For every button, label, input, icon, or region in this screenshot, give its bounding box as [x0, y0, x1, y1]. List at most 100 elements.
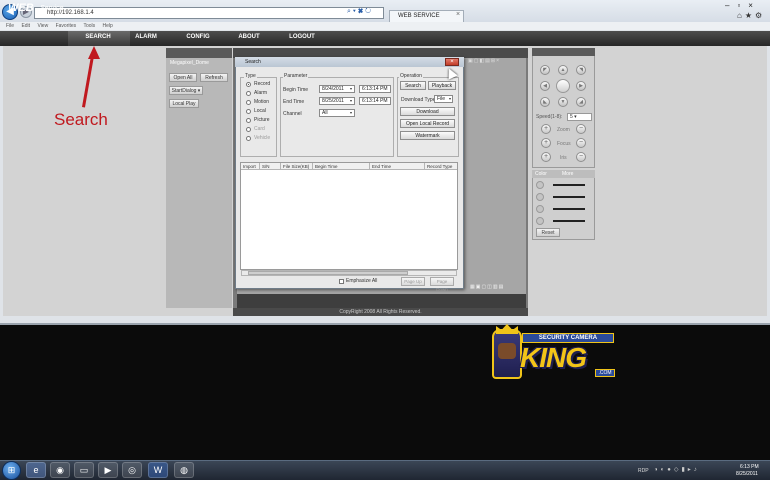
nav-logout[interactable]: LOGOUT: [272, 34, 332, 40]
focus-plus-icon[interactable]: +: [541, 138, 551, 148]
ptz-up-left-icon[interactable]: ◤: [540, 65, 550, 75]
ptz-up-right-icon[interactable]: ◥: [576, 65, 586, 75]
download-type-dropdown-icon[interactable]: ▾: [447, 96, 453, 102]
start-button-icon[interactable]: ⊞: [2, 461, 21, 480]
column-record-type[interactable]: Record Type: [426, 163, 457, 170]
refresh-button[interactable]: Refresh: [200, 73, 228, 82]
operation-group-label: Operation: [399, 73, 423, 79]
search-button[interactable]: Search: [400, 81, 426, 90]
type-group-label: Type: [244, 73, 257, 79]
contrast-slider[interactable]: [553, 196, 585, 198]
ptz-down-icon[interactable]: ▼: [558, 97, 568, 107]
dialog-title: Search: [235, 57, 464, 67]
tab-color[interactable]: Color: [535, 171, 547, 177]
column-end-time[interactable]: End Time: [371, 163, 425, 170]
end-date-value: 8/25/2011: [322, 98, 344, 104]
parameter-group-label: Parameter: [283, 73, 309, 79]
open-all-button[interactable]: Open All: [169, 73, 197, 82]
zoom-plus-icon[interactable]: +: [541, 124, 551, 134]
zoom-minus-icon[interactable]: −: [576, 124, 586, 134]
column-begin-time[interactable]: Begin Time: [314, 163, 370, 170]
begin-date-value: 8/24/2011: [322, 86, 344, 92]
media-player-icon[interactable]: ▶: [98, 462, 118, 478]
device-name[interactable]: Megapixel_Dome: [170, 60, 209, 66]
browser-menubar[interactable]: File Edit View Favorites Tools Help: [0, 22, 770, 30]
ptz-up-icon[interactable]: ▲: [558, 65, 568, 75]
video-top-icons[interactable]: ▣▢◧▤⊞×: [468, 58, 500, 64]
clock-time[interactable]: 6:13 PM: [740, 464, 759, 470]
saturation-icon: [536, 205, 544, 213]
scrollbar-thumb[interactable]: [248, 271, 408, 275]
start-dialog-label: StartDialog: [171, 88, 197, 94]
system-tray-icons[interactable]: ◑◐●◇▮▸♪: [654, 466, 700, 473]
watermark-button[interactable]: Watermark: [400, 131, 455, 140]
type-radio-local[interactable]: [246, 109, 251, 114]
ptz-right-icon[interactable]: ▶: [576, 81, 586, 91]
channel-dropdown-icon[interactable]: ▾: [348, 110, 354, 116]
chrome-icon[interactable]: ◉: [50, 462, 70, 478]
address-bar-icons[interactable]: ⌕▾✖↻: [347, 8, 373, 16]
open-local-record-button[interactable]: Open Local Record: [400, 119, 455, 128]
browser-tab[interactable]: WEB SERVICE: [389, 10, 464, 22]
logo-web: WEB: [8, 2, 34, 14]
type-radio-picture[interactable]: [246, 118, 251, 123]
iris-plus-icon[interactable]: +: [541, 152, 551, 162]
download-type-value: File: [437, 96, 446, 102]
playback-button[interactable]: Playback: [428, 81, 456, 90]
page-down-button[interactable]: Page Down: [430, 277, 454, 292]
begin-date-dropdown-icon[interactable]: ▾: [348, 86, 354, 92]
type-label-motion: Motion: [254, 99, 270, 105]
tray-rdp-label[interactable]: RDP: [638, 468, 649, 474]
emphasize-all-checkbox[interactable]: [339, 279, 344, 284]
column-file-size[interactable]: File Size(KB): [282, 163, 313, 170]
hue-slider[interactable]: [553, 220, 585, 222]
type-radio-record[interactable]: [246, 82, 251, 87]
ie-icon[interactable]: e: [26, 462, 46, 478]
column-import[interactable]: Import: [242, 163, 260, 170]
ptz-center-button[interactable]: [556, 79, 570, 93]
iris-minus-icon[interactable]: −: [576, 152, 586, 162]
folder-icon[interactable]: ▭: [74, 462, 94, 478]
nav-alarm[interactable]: ALARM: [116, 34, 176, 40]
focus-minus-icon[interactable]: −: [576, 138, 586, 148]
begin-time-field[interactable]: 6:13:14 PM: [359, 85, 391, 93]
ptz-down-left-icon[interactable]: ◣: [540, 97, 550, 107]
brand-suffix: .COM: [595, 369, 615, 377]
end-date-dropdown-icon[interactable]: ▾: [348, 98, 354, 104]
begin-time-label: Begin Time: [283, 87, 309, 93]
local-play-button[interactable]: Local Play: [169, 99, 199, 108]
type-label-alarm: Alarm: [254, 90, 268, 96]
saturation-slider[interactable]: [553, 208, 585, 210]
zoom-label: Zoom: [557, 127, 570, 133]
type-label-picture: Picture: [254, 117, 270, 123]
network-app-icon[interactable]: ◍: [174, 462, 194, 478]
start-dialog-select[interactable]: StartDialog ▾: [169, 86, 203, 95]
ptz-down-right-icon[interactable]: ◢: [576, 97, 586, 107]
tab-close-icon[interactable]: ×: [456, 11, 460, 18]
download-button[interactable]: Download: [400, 107, 455, 116]
speed-label: Speed(1-8):: [536, 114, 563, 120]
dialog-close-icon[interactable]: ×: [445, 58, 459, 66]
window-controls[interactable]: –▫×: [725, 1, 761, 10]
speed-select[interactable]: 5 ▾: [567, 113, 592, 121]
column-sn[interactable]: S/N: [261, 163, 281, 170]
end-time-field[interactable]: 6:13:14 PM: [359, 97, 391, 105]
page-up-button[interactable]: Page Up: [401, 277, 425, 286]
ptz-left-icon[interactable]: ◀: [540, 81, 550, 91]
type-radio-card: [246, 127, 251, 132]
word-icon[interactable]: W: [148, 462, 168, 478]
video-layout-icons[interactable]: ▦▣▢◫▥▤: [470, 284, 504, 290]
brightness-slider[interactable]: [553, 184, 585, 186]
address-bar[interactable]: http://192.168.1.4: [34, 7, 384, 19]
focus-label: Focus: [557, 141, 571, 147]
nav-about[interactable]: ABOUT: [219, 34, 279, 40]
clock-date[interactable]: 8/25/2011: [736, 471, 758, 477]
home-star-gear-icons[interactable]: ⌂★⚙: [737, 11, 765, 20]
type-radio-motion[interactable]: [246, 100, 251, 105]
tab-more[interactable]: More: [562, 171, 573, 177]
reset-button[interactable]: Reset: [536, 228, 560, 237]
camera-app-icon[interactable]: ◎: [122, 462, 142, 478]
type-radio-alarm[interactable]: [246, 91, 251, 96]
ptz-panel-header: [532, 48, 595, 56]
type-radio-vehicle: [246, 136, 251, 141]
